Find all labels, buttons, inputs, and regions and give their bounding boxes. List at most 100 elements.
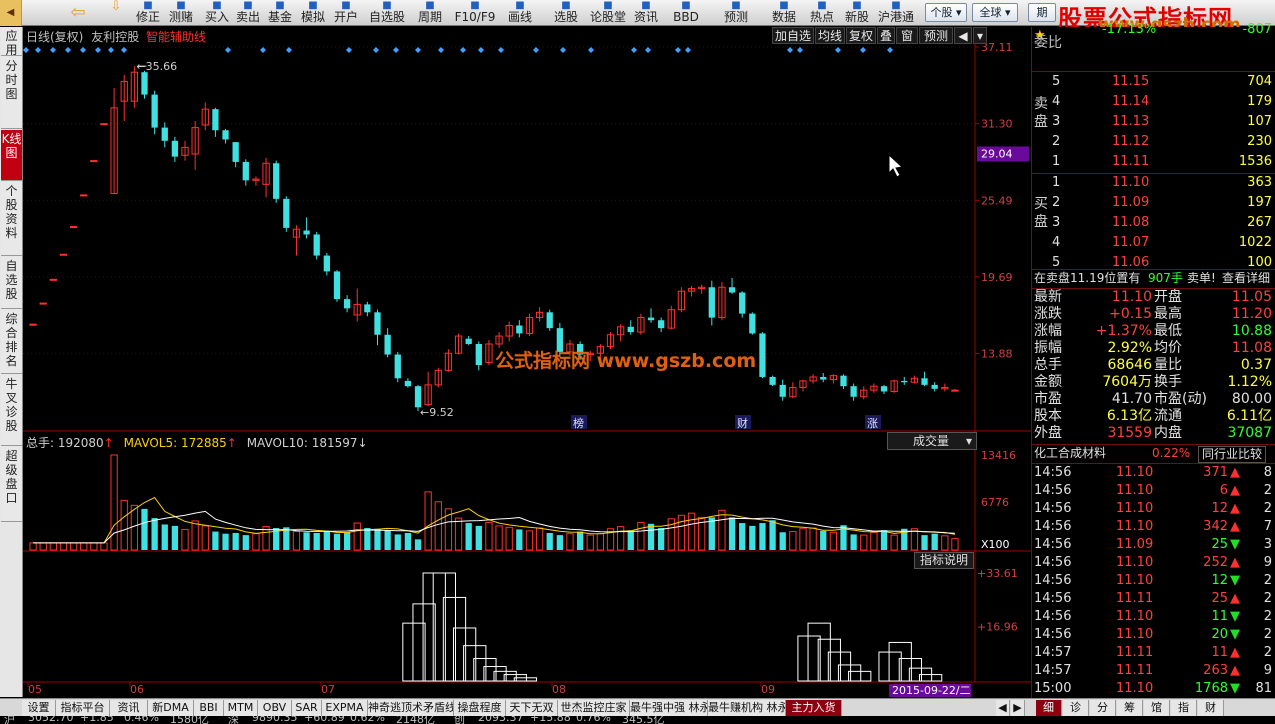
left-tab-5[interactable]: 综合排名: [1, 310, 22, 374]
bottom-tab-2[interactable]: 资讯: [110, 700, 148, 716]
bottom-tab-8[interactable]: EXPMA: [322, 700, 368, 716]
nav-back-icon[interactable]: ◀: [0, 0, 22, 26]
bottom-tab-7[interactable]: SAR: [292, 700, 322, 716]
chart-tool-2[interactable]: 复权: [846, 27, 876, 44]
bbd-button[interactable]: ■ BBD: [666, 0, 706, 26]
status-item: 创: [454, 716, 465, 724]
account-button[interactable]: ■ 开户: [329, 0, 363, 26]
bids-price[interactable]: 11.10: [1112, 174, 1149, 191]
indicator-name[interactable]: 智能辅助线: [146, 30, 206, 44]
ipo-button[interactable]: ■ 新股: [842, 0, 872, 26]
chart-tool-4[interactable]: 窗: [896, 27, 918, 44]
bottom-tab-15[interactable]: 主力入货: [786, 700, 842, 716]
panel-tab-3[interactable]: 筹: [1117, 700, 1143, 716]
toolbar-label: F10/F9: [454, 10, 496, 24]
panel-tab-5[interactable]: 指: [1171, 700, 1197, 716]
stat-value: 11.20: [1231, 306, 1272, 322]
bottom-tab-13[interactable]: 最牛强中强 林永: [630, 700, 708, 716]
volume-bar: [739, 523, 746, 550]
sell-button[interactable]: ■ 卖出: [233, 0, 263, 26]
bottom-tab-10[interactable]: 操盘程度: [454, 700, 506, 716]
left-tab-2[interactable]: K线图: [1, 130, 22, 181]
chart-tool-0[interactable]: 加自选: [772, 27, 814, 44]
tab-scroll-left-icon[interactable]: ◀: [996, 700, 1010, 716]
bottom-tab-14[interactable]: 最牛赚机构 林永: [708, 700, 786, 716]
asks-price[interactable]: 11.14: [1112, 93, 1149, 110]
left-tab-3[interactable]: 个股资料: [1, 182, 22, 256]
bottom-tab-6[interactable]: OBV: [258, 700, 292, 716]
panel-tab-2[interactable]: 分: [1090, 700, 1116, 716]
indicator-help-button[interactable]: 指标说明: [914, 552, 974, 569]
chart-tool-more-icon[interactable]: ▾: [973, 27, 987, 44]
cycle-button[interactable]: ■ 周期: [414, 0, 446, 26]
panel-tab-6[interactable]: 财: [1198, 700, 1224, 716]
asks-price[interactable]: 11.13: [1112, 113, 1149, 130]
filter-button[interactable]: ■ 选股: [550, 0, 582, 26]
star-button[interactable]: ■ 自选股: [366, 0, 408, 26]
left-tab-4[interactable]: 自选股: [1, 257, 22, 309]
nav-left-arrow-icon[interactable]: ⇦: [60, 0, 96, 26]
bottom-tab-1[interactable]: 指标平台: [56, 700, 110, 716]
data-button[interactable]: ■ 数据: [768, 0, 800, 26]
dice-button[interactable]: ■ 测赌: [164, 0, 198, 26]
bottom-tab-4[interactable]: BBI: [194, 700, 224, 716]
chart-tool-1[interactable]: 均线: [815, 27, 845, 44]
bids-price[interactable]: 11.08: [1112, 214, 1149, 231]
big-order-notice[interactable]: 在卖盘11.19位置有 907手 卖单! 查看详细: [1032, 270, 1275, 287]
pencil-button[interactable]: ■ 修正: [133, 0, 163, 26]
notice-detail-link[interactable]: 查看详细: [1222, 270, 1270, 287]
panel-tab-1[interactable]: 诊: [1063, 700, 1089, 716]
left-tab-7[interactable]: 超级盘口: [1, 447, 22, 522]
left-tab-0[interactable]: 应用: [1, 27, 22, 57]
candle-body: [374, 312, 381, 335]
news-button[interactable]: ■ 资讯: [630, 0, 662, 26]
event-marker-label[interactable]: 涨: [867, 417, 878, 430]
up-arrow-icon: ▲: [1230, 483, 1240, 498]
candle-body: [931, 384, 938, 389]
hk-button[interactable]: ■ 沪港通: [875, 0, 917, 26]
bids-price[interactable]: 11.09: [1112, 194, 1149, 211]
simulate-button[interactable]: ■ 模拟: [298, 0, 328, 26]
stock-dropdown[interactable]: 个股 ▾: [925, 3, 967, 22]
asks-price[interactable]: 11.11: [1112, 153, 1149, 170]
event-marker-label[interactable]: 榜: [573, 416, 584, 430]
bottom-tab-12[interactable]: 世杰监控庄家: [558, 700, 630, 716]
volume-indicator-dropdown[interactable]: 成交量 ▾: [887, 432, 977, 450]
kline-chart-area[interactable]: 37.11 31.30 25.49 19.69 13.88 29.04 ←35.66 ←9.5…: [23, 27, 1031, 701]
draw-button[interactable]: ■ 画线: [503, 0, 537, 26]
stock-name: 友利控股: [91, 30, 140, 44]
bottom-tab-5[interactable]: MTM: [224, 700, 258, 716]
forum-button[interactable]: ■ 论股堂: [588, 0, 628, 26]
f10-button[interactable]: ■ F10/F9: [451, 0, 499, 26]
left-tab-1[interactable]: 分时图: [1, 57, 22, 129]
event-marker-label[interactable]: 财: [737, 416, 748, 430]
asks-price[interactable]: 11.12: [1112, 133, 1149, 150]
sector-compare-button[interactable]: 同行业比较: [1198, 446, 1267, 463]
left-tab-6[interactable]: 牛叉诊股: [1, 375, 22, 446]
asks-volume: 1536: [1238, 154, 1272, 169]
down-arrow-icon: ▼: [1230, 609, 1240, 624]
bottom-tab-9[interactable]: 神奇逃顶术矛盾线: [368, 700, 454, 716]
period-dropdown[interactable]: 期: [1028, 3, 1056, 22]
global-dropdown[interactable]: 全球 ▾: [972, 3, 1018, 22]
panel-tab-4[interactable]: 馆: [1144, 700, 1170, 716]
bids-row: 1 11.10 363: [1032, 174, 1275, 191]
tab-scroll-right-icon[interactable]: ▶: [1011, 700, 1025, 716]
panel-tab-0[interactable]: 细: [1036, 700, 1062, 716]
chart-tool-6[interactable]: ◀: [954, 27, 972, 44]
chart-tool-5[interactable]: 预测: [919, 27, 953, 44]
asks-price[interactable]: 11.15: [1112, 73, 1149, 90]
chart-tool-3[interactable]: 叠: [877, 27, 895, 44]
bottom-tab-3[interactable]: 新DMA: [148, 700, 194, 716]
fund-button[interactable]: ■ 基金: [264, 0, 296, 26]
tick-count: 2: [1263, 573, 1272, 588]
hot-button[interactable]: ■ 热点: [806, 0, 838, 26]
bids-level: 1: [1052, 175, 1061, 190]
sector-name[interactable]: 化工合成材料: [1034, 445, 1106, 462]
buy-button[interactable]: ■ 买入: [202, 0, 232, 26]
bottom-tab-0[interactable]: 设置: [22, 700, 56, 716]
nav-down-arrow-icon[interactable]: ⇩: [104, 0, 128, 26]
bottom-tab-11[interactable]: 天下无双: [506, 700, 558, 716]
bids-price[interactable]: 11.07: [1112, 234, 1149, 251]
forecast-button[interactable]: ■ 预测: [719, 0, 753, 26]
